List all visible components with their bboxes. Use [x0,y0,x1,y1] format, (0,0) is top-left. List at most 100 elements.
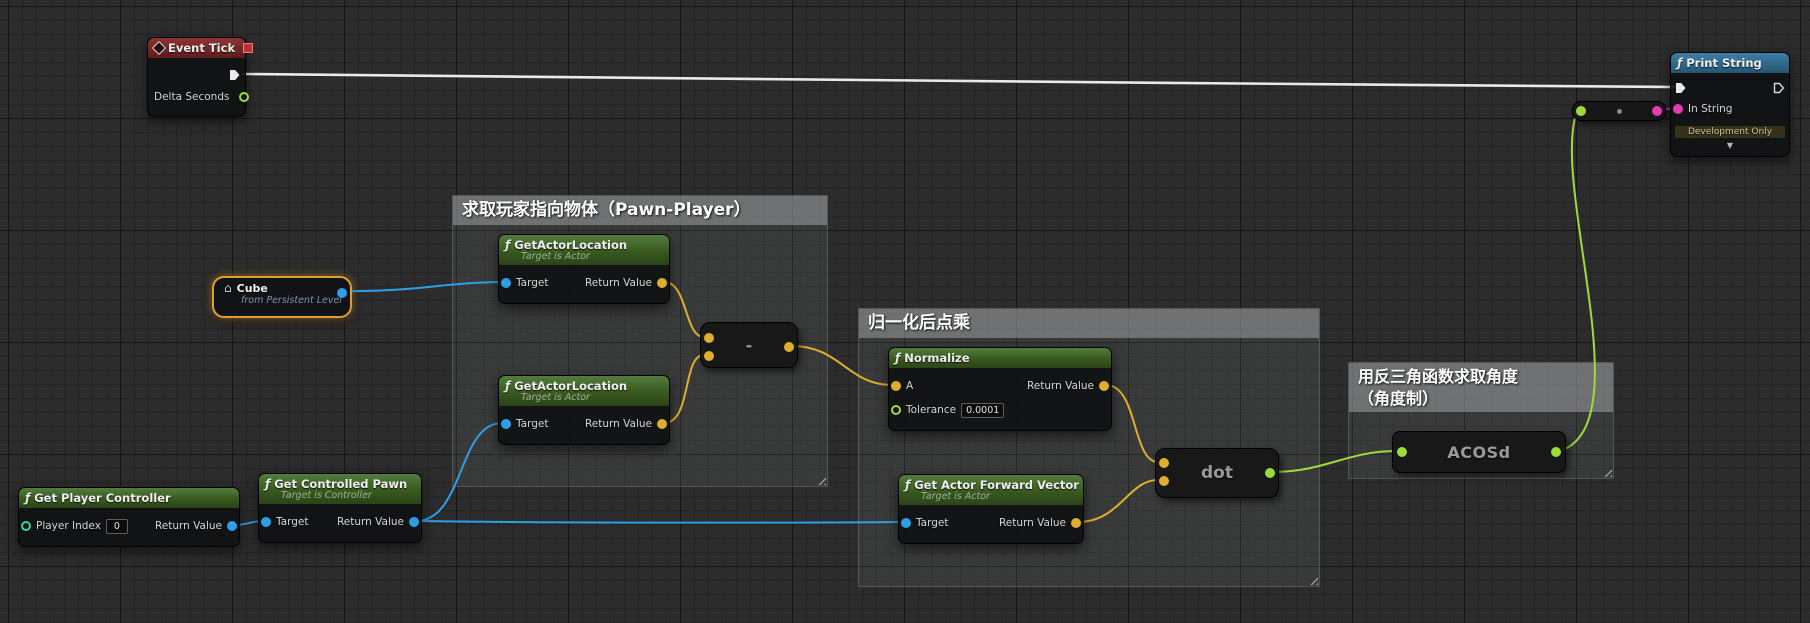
function-icon: ƒ [265,477,271,491]
pin-return-value[interactable] [227,521,237,531]
node-print-string[interactable]: ƒ Print String In String Development Onl… [1670,52,1790,157]
pin-row: Target Return Value [499,271,669,295]
delta-seconds-row: Delta Seconds [148,84,250,110]
pin-conversion-output[interactable] [1652,106,1662,116]
comment-acos-line2: （角度制） [1358,388,1439,408]
pin-return-value[interactable] [657,419,667,429]
resize-handle[interactable] [815,474,826,485]
pin-return-value[interactable] [657,278,667,288]
event-status-icon [243,43,254,53]
pin-row: Player Index 0 Return Value [19,514,239,538]
pin-dot-a[interactable] [1159,458,1169,468]
pin-return-value[interactable] [1071,518,1081,528]
tolerance-label: Tolerance [906,404,957,416]
pin-subtract-result[interactable] [784,342,794,352]
function-icon: ƒ [1677,56,1683,70]
comment-pick-target-title[interactable]: 求取玩家指向物体（Pawn-Player） [453,196,827,225]
exec-out-row [148,66,245,84]
player-index-label: Player Index [36,520,101,532]
node-title: Get Player Controller [34,491,171,505]
node-title: GetActorLocation [514,379,628,393]
pin-delta-seconds[interactable] [239,92,250,102]
pin-row: Tolerance 0.0001 [889,398,1111,422]
node-get-actor-location-1[interactable]: ƒ GetActorLocation Target is Actor Targe… [498,234,670,304]
subtract-operator-label: - [745,335,753,355]
pin-target[interactable] [501,278,511,288]
house-icon: ⌂ [224,281,232,295]
node-event-tick[interactable]: Event Tick Delta Seconds [147,37,254,117]
node-subtitle: Target is Controller [281,490,372,501]
tolerance-input[interactable]: 0.0001 [961,402,1005,418]
pin-target[interactable] [501,419,511,429]
pin-conversion-input[interactable] [1576,106,1586,116]
pin-row: Target Return Value [899,511,1083,535]
node-get-actor-location-2[interactable]: ƒ GetActorLocation Target is Actor Targe… [498,375,670,445]
node-header[interactable]: ƒ Get Player Controller [19,488,239,508]
node-title: Cube [236,281,268,295]
pin-acosd-input[interactable] [1397,447,1407,457]
delta-seconds-label: Delta Seconds [154,91,230,103]
comment-acos-title[interactable]: 用反三角函数求取角度 （角度制） [1349,363,1613,413]
exec-input-pin[interactable] [1675,82,1687,94]
node-title: GetActorLocation [514,238,628,252]
pin-dot-result[interactable] [1265,468,1275,478]
pin-a[interactable] [891,381,901,391]
node-title: Get Actor Forward Vector [914,478,1079,492]
wire-exec-tick-to-print[interactable] [241,72,1678,89]
node-title: Event Tick [168,41,236,55]
function-icon: ƒ [505,379,511,393]
expand-chevron-icon[interactable]: ▼ [1671,139,1789,154]
pin-cube-output[interactable] [337,288,347,298]
node-header[interactable]: ƒ Normalize [889,348,1111,368]
return-value-label: Return Value [336,516,404,528]
pin-subtract-b[interactable] [704,351,714,361]
return-value-label: Return Value [1026,380,1094,392]
node-get-player-controller[interactable]: ƒ Get Player Controller Player Index 0 R… [18,487,240,547]
resize-handle[interactable] [1307,574,1318,585]
node-acosd[interactable]: ACOSd [1392,431,1566,473]
target-label: Target [276,516,309,528]
pin-row: Target Return Value [259,510,421,534]
node-normalize[interactable]: ƒ Normalize A Return Value Tolerance 0.0… [888,347,1112,431]
exec-output-pin[interactable] [1773,82,1785,94]
node-header[interactable]: ƒ Get Controlled Pawn Target is Controll… [259,474,421,504]
wire-controlledpawn-to-forwardvector[interactable] [415,520,903,524]
comment-normalize-dot-title[interactable]: 归一化后点乘 [859,309,1319,338]
in-string-row: In String [1671,97,1789,121]
return-value-label: Return Value [584,418,652,430]
pin-target[interactable] [261,517,271,527]
function-icon: ƒ [505,238,511,252]
node-get-controlled-pawn[interactable]: ƒ Get Controlled Pawn Target is Controll… [258,473,422,543]
pin-tolerance[interactable] [891,405,901,415]
dot-operator-label: dot [1201,463,1233,483]
pin-in-string[interactable] [1673,104,1683,114]
node-vector-subtract[interactable]: - [700,322,798,368]
pin-subtract-a[interactable] [704,333,714,343]
node-get-actor-forward-vector[interactable]: ƒ Get Actor Forward Vector Target is Act… [898,474,1084,544]
node-event-tick-header[interactable]: Event Tick [148,38,254,58]
node-dot-product[interactable]: dot [1155,448,1279,498]
node-header[interactable]: ƒ GetActorLocation Target is Actor [499,235,669,265]
player-index-input[interactable]: 0 [105,518,128,534]
resize-handle[interactable] [1601,466,1612,477]
pin-dot-b[interactable] [1159,476,1169,486]
node-cube-reference[interactable]: ⌂ Cube from Persistent Level [212,276,352,318]
function-icon: ƒ [895,351,901,365]
pin-acosd-output[interactable] [1551,447,1561,457]
pin-row: A Return Value [889,374,1111,398]
node-subtitle: Target is Actor [521,251,590,262]
pin-target[interactable] [901,518,911,528]
development-only-band: Development Only [1674,125,1786,139]
pin-return-value[interactable] [1099,381,1109,391]
target-label: Target [516,277,549,289]
node-title: Normalize [904,351,970,365]
node-float-to-string-conversion[interactable] [1572,101,1666,121]
node-print-string-header[interactable]: ƒ Print String [1671,53,1789,73]
exec-output-pin[interactable] [229,69,241,81]
pin-player-index[interactable] [21,521,31,531]
target-label: Target [516,418,549,430]
node-header[interactable]: ƒ Get Actor Forward Vector Target is Act… [899,475,1083,505]
blueprint-graph[interactable]: 求取玩家指向物体（Pawn-Player） 归一化后点乘 用反三角函数求取角度 … [0,0,1810,623]
pin-return-value[interactable] [409,517,419,527]
node-header[interactable]: ƒ GetActorLocation Target is Actor [499,376,669,406]
